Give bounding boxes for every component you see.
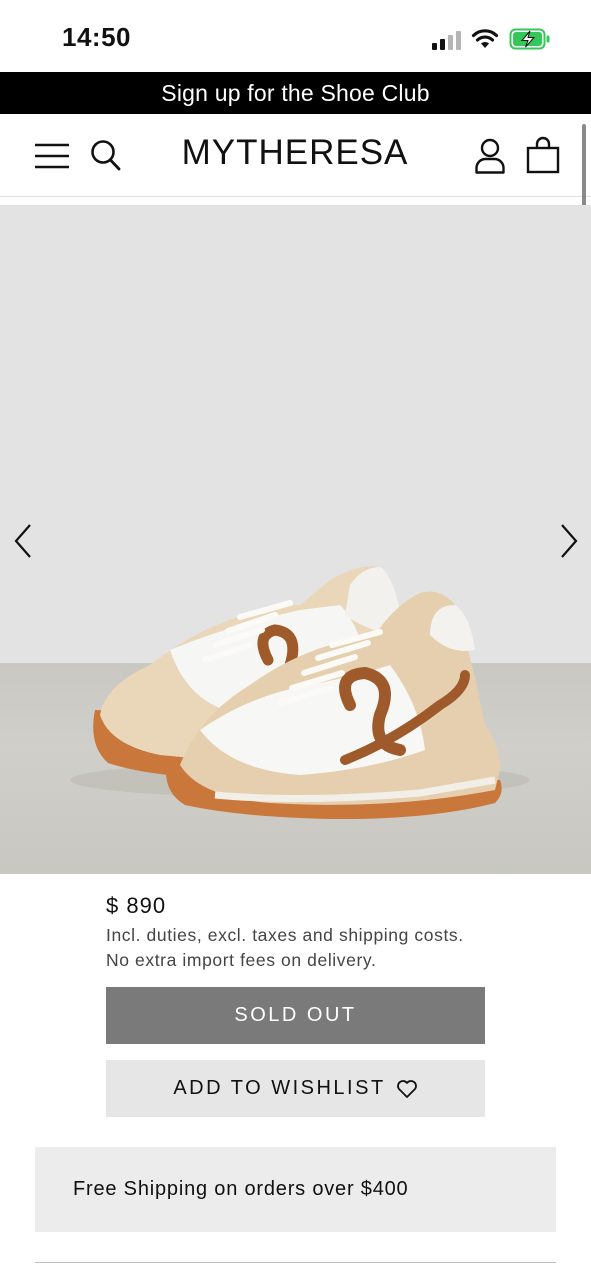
price-note-duties: Incl. duties, excl. taxes and shipping c… [106,925,464,945]
add-to-wishlist-button[interactable]: ADD TO WISHLIST [106,1060,485,1117]
product-image-gallery[interactable] [0,205,591,874]
chevron-right-icon[interactable] [558,523,580,559]
account-icon[interactable] [474,138,506,174]
shoe-club-banner[interactable]: Sign up for the Shoe Club [0,72,591,114]
section-divider [35,1262,556,1263]
price-note: Incl. duties, excl. taxes and shipping c… [106,923,464,973]
status-time: 14:50 [62,22,131,52]
free-shipping-banner: Free Shipping on orders over $400 [35,1147,556,1232]
free-shipping-text: Free Shipping on orders over $400 [73,1178,409,1200]
cellular-signal-icon [432,30,464,50]
search-icon[interactable] [90,138,122,172]
shopping-bag-icon[interactable] [526,136,560,174]
sold-out-label: SOLD OUT [234,1004,357,1026]
product-price: $ 890 [106,893,167,918]
product-photo-sneakers [70,566,530,820]
menu-icon[interactable] [34,142,70,170]
price-note-import-fees: No extra import fees on delivery. [106,950,377,970]
sold-out-button[interactable]: SOLD OUT [106,987,485,1044]
heart-icon [396,1079,417,1098]
wishlist-label: ADD TO WISHLIST [173,1077,386,1099]
wifi-icon [471,29,499,48]
mytheresa-logo[interactable]: MYTHERESA [178,133,412,173]
chevron-left-icon[interactable] [12,523,34,559]
site-header: MYTHERESA [0,114,591,197]
battery-charging-icon [509,28,550,50]
status-bar: 14:50 [0,0,591,72]
